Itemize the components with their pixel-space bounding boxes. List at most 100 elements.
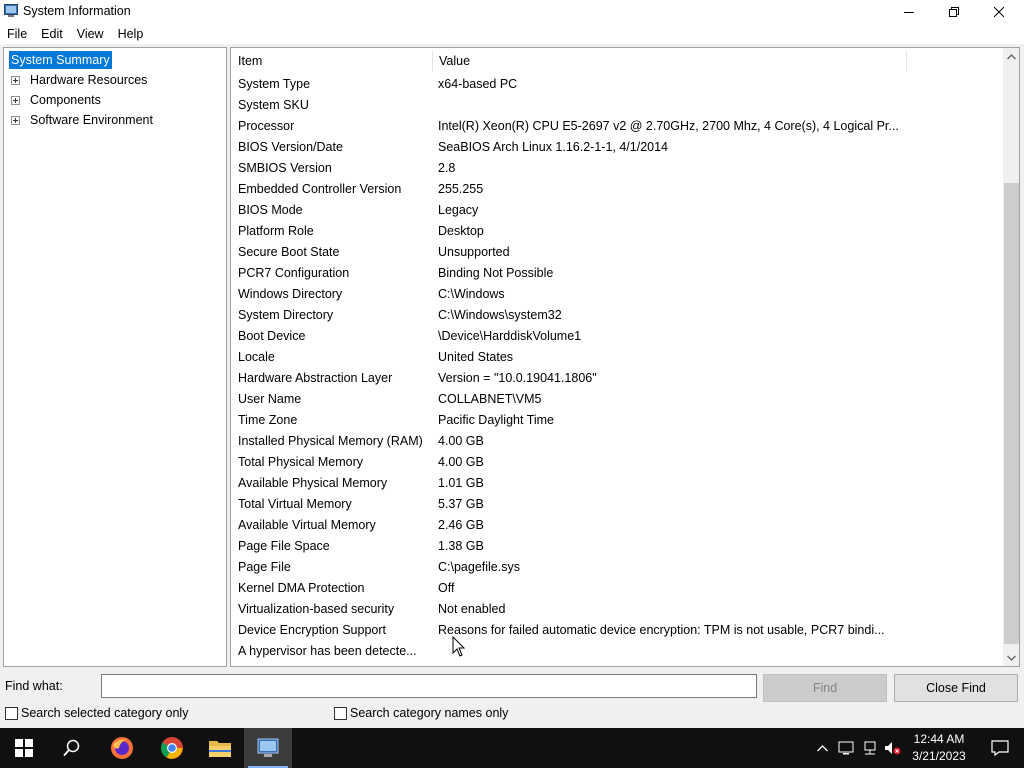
menu-view[interactable]: View bbox=[70, 24, 111, 44]
list-row[interactable]: Secure Boot State Unsupported bbox=[231, 242, 1003, 263]
row-value: Binding Not Possible bbox=[438, 266, 554, 280]
search-selected-category-checkbox[interactable]: Search selected category only bbox=[5, 706, 188, 720]
minimize-icon bbox=[904, 12, 914, 13]
row-item: Page File Space bbox=[238, 539, 330, 553]
row-item: Available Virtual Memory bbox=[238, 518, 376, 532]
vertical-scrollbar[interactable] bbox=[1003, 48, 1019, 666]
list-row[interactable]: Page File C:\pagefile.sys bbox=[231, 557, 1003, 578]
list-row[interactable]: Available Physical Memory 1.01 GB bbox=[231, 473, 1003, 494]
firefox-icon bbox=[111, 737, 133, 759]
clock-date: 3/21/2023 bbox=[912, 749, 966, 763]
list-row[interactable]: PCR7 Configuration Binding Not Possible bbox=[231, 263, 1003, 284]
file-explorer-taskbar-button[interactable] bbox=[196, 728, 244, 768]
list-row[interactable]: Hardware Abstraction Layer Version = "10.… bbox=[231, 368, 1003, 389]
menu-help[interactable]: Help bbox=[111, 24, 151, 44]
checkbox-box[interactable] bbox=[334, 706, 347, 720]
column-header-value[interactable]: Value bbox=[432, 48, 470, 74]
firefox-taskbar-button[interactable] bbox=[98, 728, 146, 768]
row-item: Locale bbox=[238, 350, 275, 364]
checkbox-box[interactable] bbox=[5, 706, 18, 720]
list-row[interactable]: System Directory C:\Windows\system32 bbox=[231, 305, 1003, 326]
list-row[interactable]: Total Virtual Memory 5.37 GB bbox=[231, 494, 1003, 515]
row-item: User Name bbox=[238, 392, 302, 406]
menu-edit[interactable]: Edit bbox=[34, 24, 70, 44]
tree-item-system-summary[interactable]: System Summary bbox=[9, 51, 112, 69]
list-row[interactable]: Locale United States bbox=[231, 347, 1003, 368]
row-value: 5.37 GB bbox=[438, 497, 484, 511]
taskbar-clock[interactable]: 12:44 AM 3/21/2023 bbox=[904, 731, 974, 765]
row-item: PCR7 Configuration bbox=[238, 266, 350, 280]
row-item: Installed Physical Memory (RAM) bbox=[238, 434, 423, 448]
row-value: x64-based PC bbox=[438, 77, 518, 91]
row-item: Total Physical Memory bbox=[238, 455, 364, 469]
list-row[interactable]: Device Encryption Support Reasons for fai… bbox=[231, 620, 1003, 641]
row-value: C:\pagefile.sys bbox=[438, 560, 520, 574]
mouse-pointer-icon bbox=[452, 636, 466, 657]
list-row[interactable]: BIOS Mode Legacy bbox=[231, 200, 1003, 221]
minimize-button[interactable] bbox=[886, 0, 932, 24]
search-button[interactable] bbox=[48, 728, 96, 768]
find-button[interactable]: Find bbox=[763, 674, 887, 702]
expand-icon[interactable] bbox=[11, 115, 20, 125]
system-information-taskbar-button[interactable] bbox=[244, 728, 292, 768]
list-row[interactable]: Platform Role Desktop bbox=[231, 221, 1003, 242]
find-what-input[interactable] bbox=[101, 674, 757, 698]
list-row[interactable]: Page File Space 1.38 GB bbox=[231, 536, 1003, 557]
row-item: Available Physical Memory bbox=[238, 476, 388, 490]
row-item: BIOS Version/Date bbox=[238, 140, 343, 154]
row-item: SMBIOS Version bbox=[238, 161, 332, 175]
row-item: Embedded Controller Version bbox=[238, 182, 402, 196]
row-value: 2.46 GB bbox=[438, 518, 484, 532]
expand-icon[interactable] bbox=[11, 75, 20, 85]
system-information-icon bbox=[4, 4, 18, 17]
list-row[interactable]: Boot Device \Device\HarddiskVolume1 bbox=[231, 326, 1003, 347]
tray-volume-button[interactable] bbox=[882, 728, 904, 768]
list-row[interactable]: Processor Intel(R) Xeon(R) CPU E5-2697 v2… bbox=[231, 116, 1003, 137]
tree-item-components[interactable]: Components bbox=[11, 90, 101, 110]
tree-item-hardware-resources[interactable]: Hardware Resources bbox=[11, 70, 147, 90]
details-list[interactable]: Item Value System Type x64-based PC System… bbox=[230, 47, 1020, 667]
list-row[interactable]: Embedded Controller Version 255.255 bbox=[231, 179, 1003, 200]
list-row[interactable]: Available Virtual Memory 2.46 GB bbox=[231, 515, 1003, 536]
list-row[interactable]: Time Zone Pacific Daylight Time bbox=[231, 410, 1003, 431]
row-value: Desktop bbox=[438, 224, 484, 238]
category-tree[interactable]: System Summary Hardware Resources Compon… bbox=[3, 47, 227, 667]
list-row[interactable]: System Type x64-based PC bbox=[231, 74, 1003, 95]
list-row[interactable]: Windows Directory C:\Windows bbox=[231, 284, 1003, 305]
find-what-label: Find what: bbox=[5, 679, 63, 693]
action-center-button[interactable] bbox=[976, 728, 1024, 768]
list-row[interactable]: SMBIOS Version 2.8 bbox=[231, 158, 1003, 179]
list-row[interactable]: A hypervisor has been detecte... bbox=[231, 641, 1003, 662]
column-header-item[interactable]: Item bbox=[231, 48, 262, 74]
scroll-down-button[interactable] bbox=[1003, 649, 1019, 666]
column-divider[interactable] bbox=[906, 50, 907, 72]
row-item: A hypervisor has been detecte... bbox=[238, 644, 417, 658]
restore-button[interactable] bbox=[931, 0, 977, 24]
tray-network-button[interactable] bbox=[860, 728, 880, 768]
show-hidden-icons-button[interactable] bbox=[812, 728, 832, 768]
list-row[interactable]: Total Physical Memory 4.00 GB bbox=[231, 452, 1003, 473]
close-find-button[interactable]: Close Find bbox=[894, 674, 1018, 702]
chrome-taskbar-button[interactable] bbox=[148, 728, 196, 768]
start-button[interactable] bbox=[0, 728, 48, 768]
tree-item-software-environment[interactable]: Software Environment bbox=[11, 110, 153, 130]
list-row[interactable]: BIOS Version/Date SeaBIOS Arch Linux 1.16… bbox=[231, 137, 1003, 158]
scroll-up-button[interactable] bbox=[1003, 48, 1019, 65]
tray-security-button[interactable] bbox=[836, 728, 856, 768]
list-row[interactable]: User Name COLLABNET\VM5 bbox=[231, 389, 1003, 410]
row-value: \Device\HarddiskVolume1 bbox=[438, 329, 582, 343]
row-item: Hardware Abstraction Layer bbox=[238, 371, 393, 385]
restore-icon bbox=[949, 7, 959, 17]
scroll-thumb[interactable] bbox=[1004, 183, 1019, 644]
list-row[interactable]: System SKU bbox=[231, 95, 1003, 116]
menu-file[interactable]: File bbox=[0, 24, 34, 44]
row-value: 1.01 GB bbox=[438, 476, 484, 490]
list-row[interactable]: Virtualization-based security Not enabled bbox=[231, 599, 1003, 620]
close-button[interactable] bbox=[976, 0, 1022, 24]
search-category-names-checkbox[interactable]: Search category names only bbox=[334, 706, 508, 720]
list-row[interactable]: Installed Physical Memory (RAM) 4.00 GB bbox=[231, 431, 1003, 452]
list-row[interactable]: Kernel DMA Protection Off bbox=[231, 578, 1003, 599]
row-value: Pacific Daylight Time bbox=[438, 413, 555, 427]
folder-icon bbox=[209, 741, 231, 757]
expand-icon[interactable] bbox=[11, 95, 20, 105]
